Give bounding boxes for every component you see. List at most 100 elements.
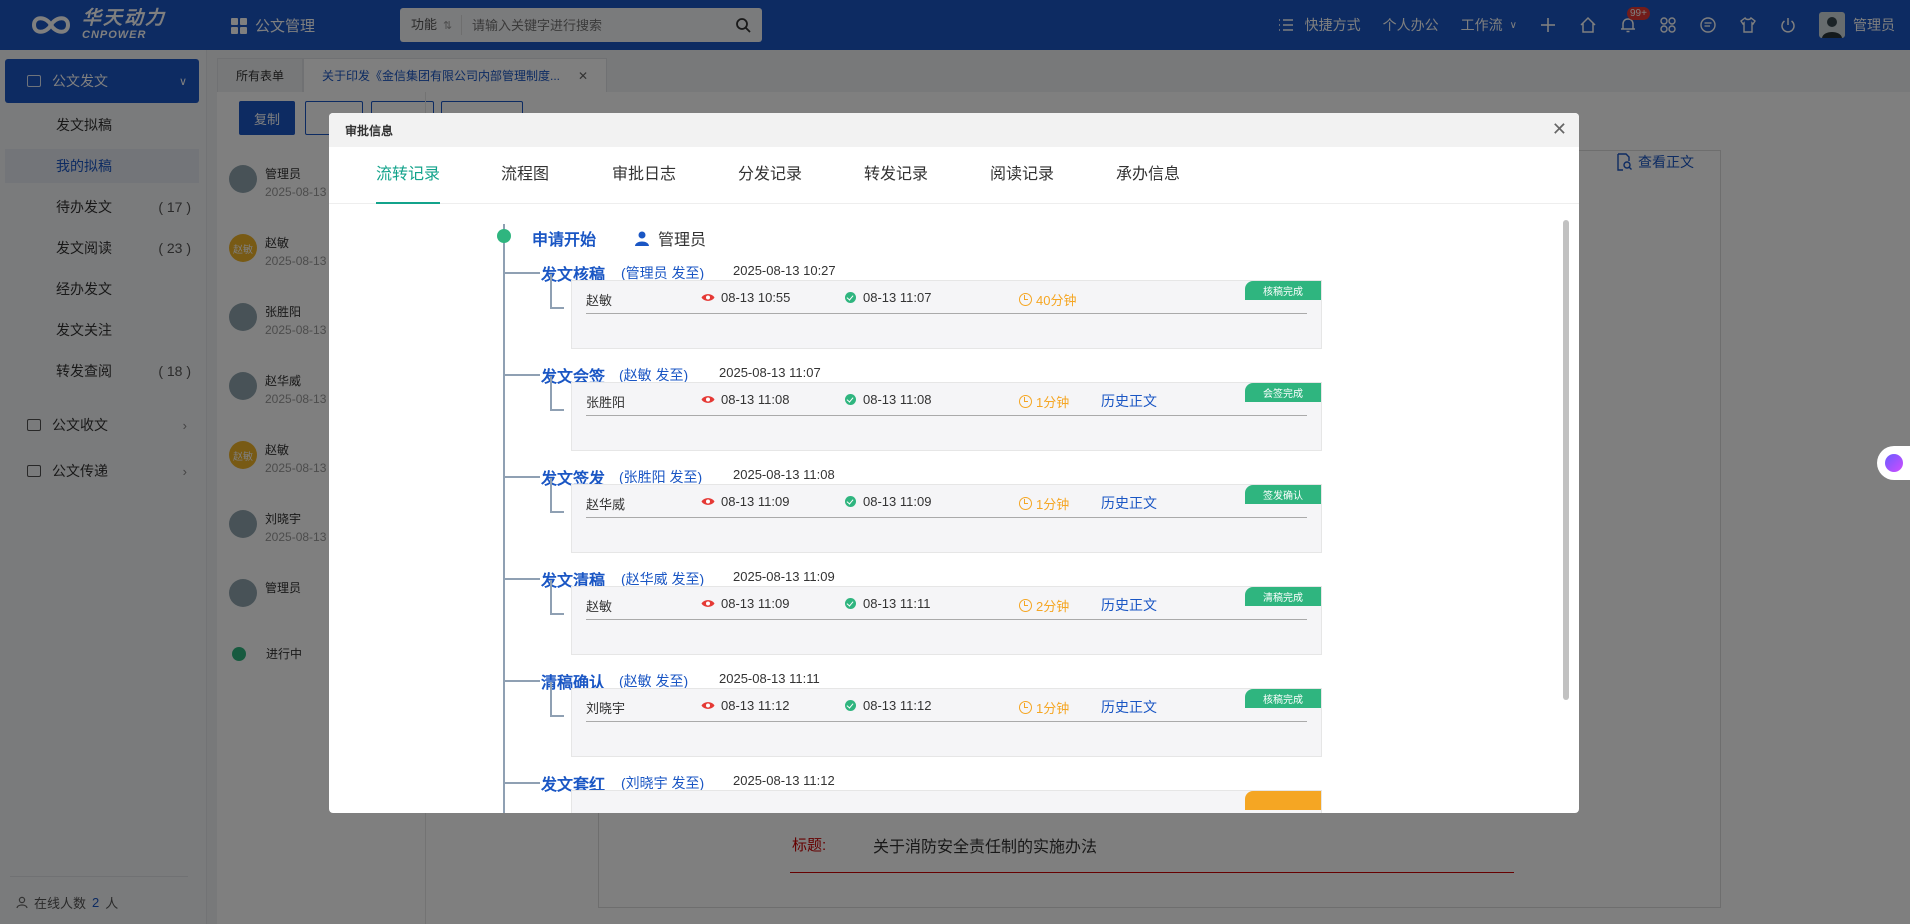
duration: 2分钟 (1019, 596, 1069, 615)
tab-distribution[interactable]: 分发记录 (738, 147, 802, 204)
viewed-time: 08-13 11:09 (701, 494, 789, 509)
duration-value: 2分钟 (1036, 599, 1070, 614)
step-card: 刘晓宇 08-13 11:12 08-13 11:12 1分钟 历史正文 核稿完… (571, 688, 1322, 757)
done-value: 08-13 11:08 (863, 392, 932, 407)
connector (504, 476, 540, 478)
connector (550, 682, 564, 717)
divider (586, 415, 1307, 416)
divider (586, 313, 1307, 314)
handler-name: 赵敏 (586, 293, 613, 308)
history-document-link[interactable]: 历史正文 (1101, 697, 1157, 717)
status-badge: 签发确认 (1245, 485, 1321, 504)
step-time: 2025-08-13 11:09 (733, 569, 835, 584)
step-time: 2025-08-13 10:27 (733, 263, 836, 278)
history-document-link[interactable]: 历史正文 (1101, 493, 1157, 513)
duration: 1分钟 (1019, 392, 1069, 411)
modal-header: 审批信息 ✕ (329, 113, 1579, 147)
step-time: 2025-08-13 11:08 (733, 467, 835, 482)
viewed-value: 08-13 11:09 (721, 494, 790, 509)
flow-timeline: 申请开始 管理员 发文核稿 (管理员 发至) 2025-08-13 10:27 … (329, 204, 1549, 813)
clock-icon (1019, 497, 1032, 510)
scrollbar[interactable] (1563, 220, 1569, 700)
person-icon (635, 231, 649, 246)
tab-flow-record[interactable]: 流转记录 (376, 147, 441, 204)
clock-icon (1019, 701, 1032, 714)
flow-step: 清稿确认 (赵敏 发至) 2025-08-13 11:11 刘晓宇 08-13 … (329, 666, 1549, 768)
viewed-value: 08-13 11:09 (721, 596, 790, 611)
start-label: 申请开始 (532, 232, 597, 249)
check-icon (845, 496, 856, 507)
done-time: 08-13 11:07 (845, 290, 931, 305)
viewed-time: 08-13 11:09 (701, 596, 789, 611)
approval-info-modal: 审批信息 ✕ 流转记录 流程图 审批日志 分发记录 转发记录 阅读记录 承办信息… (329, 113, 1579, 813)
step-card: 赵敏 08-13 10:55 08-13 11:07 40分钟 核稿完成 (571, 280, 1322, 349)
viewed-value: 08-13 11:12 (721, 698, 790, 713)
viewed-time: 08-13 11:12 (701, 698, 789, 713)
step-card (571, 790, 1322, 813)
viewed-time: 08-13 10:55 (701, 290, 790, 305)
done-value: 08-13 11:11 (863, 596, 931, 611)
connector (504, 680, 540, 682)
done-value: 08-13 11:07 (863, 290, 932, 305)
viewed-time: 08-13 11:08 (701, 392, 789, 407)
assistant-icon (1884, 454, 1903, 472)
history-document-link[interactable]: 历史正文 (1101, 391, 1157, 411)
step-card: 赵敏 08-13 11:09 08-13 11:11 2分钟 历史正文 清稿完成 (571, 586, 1322, 655)
clock-icon (1019, 395, 1032, 408)
eye-icon (701, 498, 715, 505)
done-time: 08-13 11:12 (845, 698, 931, 713)
flow-step: 发文清稿 (赵华威 发至) 2025-08-13 11:09 赵敏 08-13 … (329, 564, 1549, 666)
eye-icon (701, 702, 715, 709)
eye-icon (701, 600, 715, 607)
status-badge: 核稿完成 (1245, 689, 1321, 708)
modal-tabs: 流转记录 流程图 审批日志 分发记录 转发记录 阅读记录 承办信息 (329, 147, 1579, 204)
connector (550, 478, 564, 513)
tab-flow-chart[interactable]: 流程图 (501, 147, 549, 204)
duration: 40分钟 (1019, 290, 1076, 309)
duration-value: 40分钟 (1036, 293, 1077, 308)
connector (550, 580, 564, 615)
handler-name: 赵敏 (586, 599, 613, 614)
flow-step: 发文会签 (赵敏 发至) 2025-08-13 11:07 张胜阳 08-13 … (329, 360, 1549, 462)
eye-icon (701, 396, 715, 403)
duration-value: 1分钟 (1036, 395, 1070, 410)
connector (504, 272, 540, 274)
divider (586, 619, 1307, 620)
tab-forward[interactable]: 转发记录 (864, 147, 928, 204)
done-time: 08-13 11:09 (845, 494, 931, 509)
status-badge (1245, 791, 1321, 810)
duration-value: 1分钟 (1036, 497, 1070, 512)
check-icon (845, 394, 856, 405)
duration: 1分钟 (1019, 698, 1069, 717)
tab-approval-log[interactable]: 审批日志 (612, 147, 676, 204)
history-document-link[interactable]: 历史正文 (1101, 595, 1157, 615)
status-badge: 清稿完成 (1245, 587, 1321, 606)
divider (586, 721, 1307, 722)
start-user-name: 管理员 (658, 232, 707, 249)
connector (550, 376, 564, 411)
eye-icon (701, 294, 715, 301)
status-badge: 会签完成 (1245, 383, 1321, 402)
step-card: 张胜阳 08-13 11:08 08-13 11:08 1分钟 历史正文 会签完… (571, 382, 1322, 451)
assistant-bubble[interactable] (1877, 446, 1910, 480)
handler-name: 赵华威 (586, 497, 626, 512)
done-value: 08-13 11:09 (863, 494, 932, 509)
done-time: 08-13 11:11 (845, 596, 930, 611)
connector (504, 578, 540, 580)
status-badge: 核稿完成 (1245, 281, 1321, 300)
start-dot (497, 229, 511, 243)
flow-step: 发文签发 (张胜阳 发至) 2025-08-13 11:08 赵华威 08-13… (329, 462, 1549, 564)
flow-step: 发文核稿 (管理员 发至) 2025-08-13 10:27 赵敏 08-13 … (329, 258, 1549, 360)
done-time: 08-13 11:08 (845, 392, 931, 407)
flow-step: 发文套红 (刘晓宇 发至) 2025-08-13 11:12 (329, 768, 1549, 813)
tab-reading[interactable]: 阅读记录 (990, 147, 1054, 204)
connector (504, 374, 540, 376)
done-value: 08-13 11:12 (863, 698, 932, 713)
step-card: 赵华威 08-13 11:09 08-13 11:09 1分钟 历史正文 签发确… (571, 484, 1322, 553)
check-icon (845, 700, 856, 711)
tab-handling[interactable]: 承办信息 (1116, 147, 1180, 204)
duration: 1分钟 (1019, 494, 1069, 513)
clock-icon (1019, 293, 1032, 306)
close-icon[interactable]: ✕ (1552, 120, 1567, 138)
connector (550, 274, 564, 309)
